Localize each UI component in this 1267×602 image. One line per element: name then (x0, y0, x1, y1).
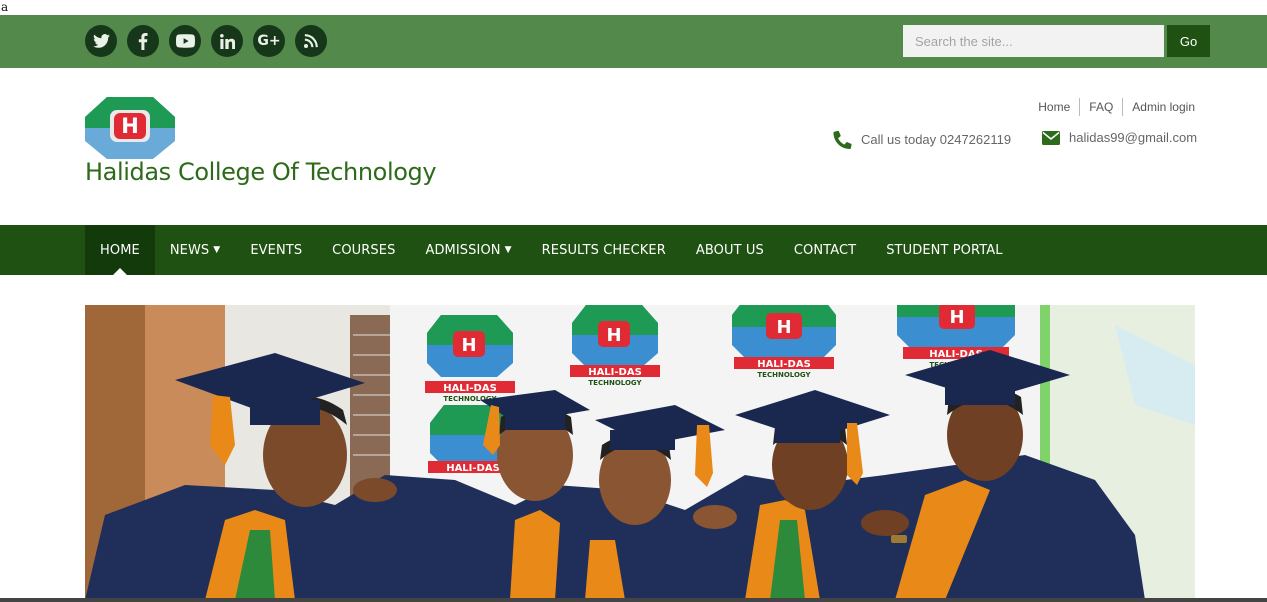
nav-label: ADMISSION (425, 242, 501, 258)
nav-item-about-us[interactable]: ABOUT US (681, 225, 779, 275)
logo-letter: H (121, 114, 139, 138)
linkedin-icon[interactable] (211, 25, 243, 57)
chevron-down-icon: ▼ (213, 245, 221, 255)
svg-text:HALI-DAS: HALI-DAS (443, 383, 497, 394)
nav-label: CONTACT (793, 242, 857, 258)
college-logo[interactable]: H (85, 97, 175, 159)
rss-icon[interactable] (295, 25, 327, 57)
nav-item-student-portal[interactable]: STUDENT PORTAL (871, 225, 1017, 275)
email-text[interactable]: halidas99@gmail.com (1069, 130, 1197, 145)
nav-label: ABOUT US (695, 242, 764, 258)
svg-text:TECHNOLOGY: TECHNOLOGY (757, 371, 811, 379)
contact-email: halidas99@gmail.com (1042, 130, 1197, 145)
search-form: Go (903, 25, 1210, 57)
top-link-faq[interactable]: FAQ (1080, 100, 1122, 114)
nav-item-news[interactable]: NEWS ▼ (155, 225, 235, 275)
contact-phone: Call us today 0247262119 (833, 130, 1011, 149)
stray-text: a (1, 0, 9, 14)
nav-label: STUDENT PORTAL (886, 242, 1003, 258)
nav-item-contact[interactable]: CONTACT (779, 225, 871, 275)
nav-label: HOME (100, 242, 140, 258)
phone-text[interactable]: Call us today 0247262119 (861, 132, 1011, 147)
main-nav: HOME NEWS ▼ EVENTS COURSES ADMISSION ▼ RES… (0, 225, 1267, 275)
svg-text:HALI-DAS: HALI-DAS (588, 367, 642, 378)
nav-item-home[interactable]: HOME (85, 225, 155, 275)
hero-slider-image[interactable]: H HALI-DAS TECHNOLOGY H HALI-DAS TECHNOL… (85, 305, 1195, 600)
nav-label: RESULTS CHECKER (541, 242, 666, 258)
search-input[interactable] (903, 25, 1164, 57)
nav-label: COURSES (332, 242, 396, 258)
nav-item-results-checker[interactable]: RESULTS CHECKER (527, 225, 681, 275)
top-link-admin-login[interactable]: Admin login (1123, 100, 1195, 114)
phone-icon (833, 130, 852, 149)
graduation-photo: H HALI-DAS TECHNOLOGY H HALI-DAS TECHNOL… (85, 305, 1195, 600)
top-links: Home FAQ Admin login (1029, 98, 1195, 116)
envelope-icon (1042, 130, 1060, 145)
facebook-icon[interactable] (127, 25, 159, 57)
twitter-icon[interactable] (85, 25, 117, 57)
window-bottom-edge (0, 598, 1267, 602)
social-links: G+ (85, 25, 327, 57)
chevron-down-icon: ▼ (504, 245, 512, 255)
nav-label: NEWS (169, 242, 210, 258)
svg-text:H: H (776, 317, 791, 338)
svg-text:H: H (461, 335, 476, 356)
google-plus-icon[interactable]: G+ (253, 25, 285, 57)
top-link-home[interactable]: Home (1029, 100, 1079, 114)
youtube-icon[interactable] (169, 25, 201, 57)
svg-text:HALI-DAS: HALI-DAS (757, 359, 811, 370)
site-title[interactable]: Halidas College Of Technology (85, 158, 437, 186)
nav-label: EVENTS (250, 242, 303, 258)
svg-text:H: H (949, 307, 964, 328)
svg-text:H: H (606, 325, 621, 346)
nav-item-admission[interactable]: ADMISSION ▼ (410, 225, 526, 275)
svg-text:HALI-DAS: HALI-DAS (446, 463, 500, 474)
go-button[interactable]: Go (1167, 25, 1210, 57)
svg-text:TECHNOLOGY: TECHNOLOGY (588, 379, 642, 387)
nav-item-events[interactable]: EVENTS (235, 225, 317, 275)
nav-item-courses[interactable]: COURSES (317, 225, 410, 275)
top-bar: G+ Go (0, 15, 1267, 68)
site-header: H Halidas College Of Technology Home FAQ… (0, 68, 1267, 225)
